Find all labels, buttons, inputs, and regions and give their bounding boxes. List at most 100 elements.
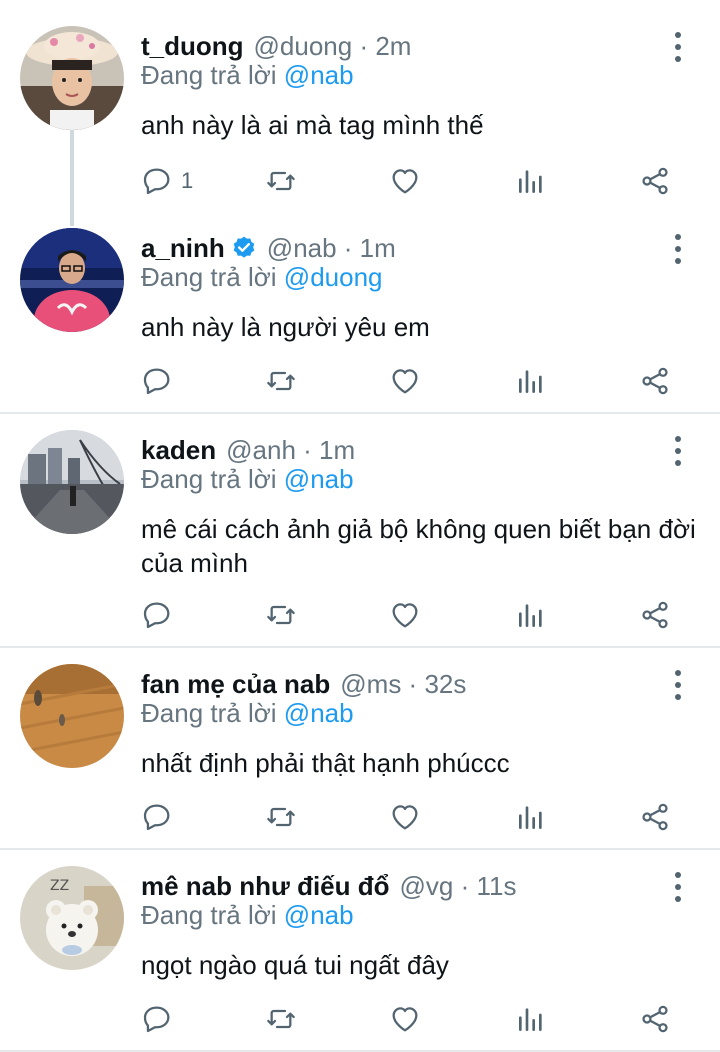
more-options-icon[interactable] — [664, 32, 692, 62]
analytics-button[interactable] — [515, 598, 547, 632]
tweet[interactable]: ZZ mê nab như điếu đổ @vg · 11s Đang trả… — [0, 866, 720, 1046]
action-bar — [141, 1002, 681, 1036]
reply-mention[interactable]: @duong — [284, 262, 383, 292]
handle-time: @duong · 2m — [253, 30, 412, 61]
reply-count: 1 — [181, 168, 194, 193]
more-options-icon[interactable] — [664, 670, 692, 700]
share-icon — [642, 803, 668, 831]
replying-to: Đang trả lời @nab — [141, 698, 354, 729]
analytics-icon — [519, 1008, 542, 1031]
share-button[interactable] — [639, 364, 671, 398]
tweet-text: anh này là người yêu em — [141, 312, 430, 342]
reply-button[interactable]: 1 — [141, 164, 193, 198]
retweet-button[interactable] — [265, 1002, 297, 1036]
share-button[interactable] — [639, 1002, 671, 1036]
verified-badge-icon — [233, 236, 255, 258]
analytics-button[interactable] — [515, 364, 547, 398]
retweet-button[interactable] — [265, 800, 297, 834]
share-icon — [642, 601, 668, 629]
tweet-text: mê cái cách ảnh giả bộ không quen biết b… — [141, 514, 696, 578]
like-button[interactable] — [389, 164, 421, 198]
display-name[interactable]: t_duong — [141, 31, 244, 62]
retweet-icon — [267, 807, 295, 827]
share-button[interactable] — [639, 164, 671, 198]
reply-mention[interactable]: @nab — [284, 698, 354, 728]
analytics-button[interactable] — [515, 800, 547, 834]
reply-icon — [143, 168, 170, 195]
retweet-button[interactable] — [265, 364, 297, 398]
heart-icon — [392, 1007, 418, 1032]
reply-icon — [143, 368, 170, 395]
display-name[interactable]: fan mẹ của nab — [141, 669, 330, 700]
replying-to: Đang trả lời @nab — [141, 900, 354, 931]
svg-text:ZZ: ZZ — [50, 878, 69, 894]
like-button[interactable] — [389, 364, 421, 398]
analytics-icon — [519, 170, 542, 193]
tweet-text: ngọt ngào quá tui ngất đây — [141, 950, 449, 980]
replying-label: Đang trả lời — [141, 900, 277, 930]
like-button[interactable] — [389, 598, 421, 632]
replying-label: Đang trả lời — [141, 464, 277, 494]
reply-mention[interactable]: @nab — [284, 464, 354, 494]
tweet[interactable]: kaden @anh · 1m Đang trả lời @nab mê cái… — [0, 430, 720, 642]
like-button[interactable] — [389, 1002, 421, 1036]
share-icon — [642, 1005, 668, 1033]
avatar-image: ZZ — [20, 866, 124, 970]
share-icon — [642, 367, 668, 395]
tweet[interactable]: a_ninh @nab · 1m Đang trả lời @duong anh… — [0, 228, 720, 408]
handle-time: @ms · 32s — [340, 668, 467, 699]
retweet-button[interactable] — [265, 164, 297, 198]
handle-time: @nab · 1m — [266, 232, 396, 263]
action-bar — [141, 598, 681, 632]
share-button[interactable] — [639, 800, 671, 834]
retweet-button[interactable] — [265, 598, 297, 632]
replying-to: Đang trả lời @duong — [141, 262, 383, 293]
reply-button[interactable] — [141, 598, 173, 632]
analytics-button[interactable] — [515, 1002, 547, 1036]
avatar[interactable] — [20, 430, 124, 534]
reply-button[interactable] — [141, 800, 173, 834]
retweet-icon — [267, 605, 295, 625]
retweet-icon — [267, 171, 295, 191]
share-button[interactable] — [639, 598, 671, 632]
reply-icon — [143, 804, 170, 831]
heart-icon — [392, 369, 418, 394]
more-options-icon[interactable] — [664, 872, 692, 902]
avatar[interactable] — [20, 664, 124, 768]
display-name[interactable]: a_ninh — [141, 233, 225, 264]
avatar-image — [20, 26, 124, 130]
replying-label: Đang trả lời — [141, 60, 277, 90]
reply-mention[interactable]: @nab — [284, 900, 354, 930]
tweet-text: nhất định phải thật hạnh phúccc — [141, 748, 510, 778]
analytics-icon — [519, 604, 542, 627]
display-name[interactable]: mê nab như điếu đổ — [141, 871, 390, 902]
display-name[interactable]: kaden — [141, 435, 216, 466]
like-button[interactable] — [389, 800, 421, 834]
analytics-icon — [519, 370, 542, 393]
divider — [0, 412, 720, 414]
reply-button[interactable] — [141, 364, 173, 398]
thread-line — [70, 130, 74, 226]
retweet-icon — [267, 371, 295, 391]
share-icon — [642, 167, 668, 195]
reply-icon — [143, 602, 170, 629]
reply-button[interactable] — [141, 1002, 173, 1036]
tweet-text: anh này là ai mà tag mình thế — [141, 110, 484, 140]
heart-icon — [392, 805, 418, 830]
replying-to: Đang trả lời @nab — [141, 464, 354, 495]
analytics-button[interactable] — [515, 164, 547, 198]
avatar[interactable] — [20, 26, 124, 130]
analytics-icon — [519, 806, 542, 829]
tweet[interactable]: fan mẹ của nab @ms · 32s Đang trả lời @n… — [0, 664, 720, 844]
avatar-image — [20, 228, 124, 332]
tweet[interactable]: t_duong @duong · 2m Đang trả lời @nab an… — [0, 26, 720, 226]
more-options-icon[interactable] — [664, 234, 692, 264]
avatar[interactable] — [20, 228, 124, 332]
reply-icon — [143, 1006, 170, 1033]
reply-mention[interactable]: @nab — [284, 60, 354, 90]
avatar[interactable]: ZZ — [20, 866, 124, 970]
heart-icon — [392, 603, 418, 628]
more-options-icon[interactable] — [664, 436, 692, 466]
divider — [0, 848, 720, 850]
heart-icon — [392, 169, 418, 194]
